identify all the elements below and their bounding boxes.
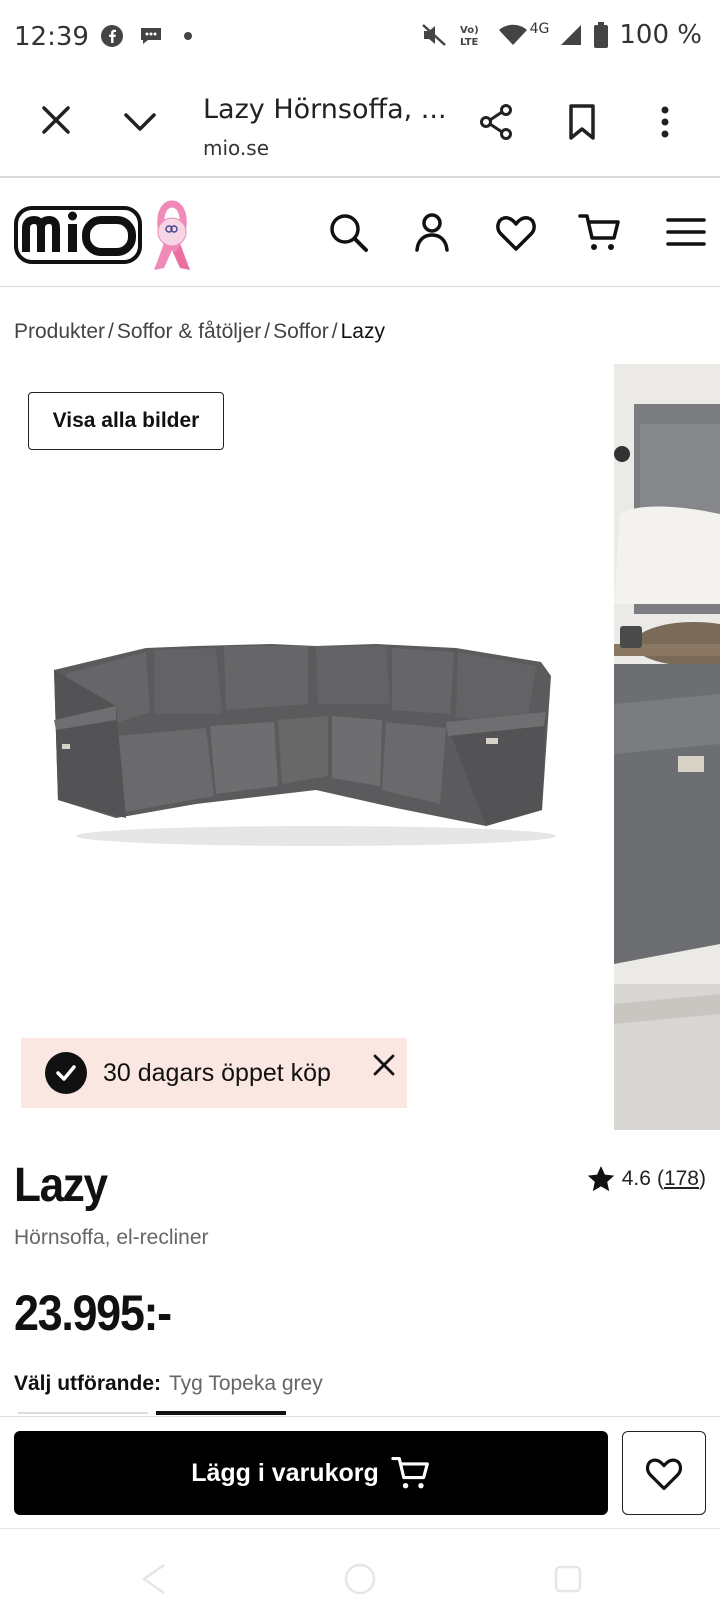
system-navigation-bar — [0, 1528, 720, 1613]
cart-icon[interactable] — [578, 210, 622, 254]
back-nav-icon[interactable] — [134, 1559, 174, 1599]
add-to-cart-button[interactable]: Lägg i varukorg — [14, 1431, 608, 1515]
account-icon[interactable] — [410, 210, 454, 254]
cart-icon — [391, 1456, 429, 1489]
rating-paren-close: ) — [699, 1167, 706, 1190]
product-image-sofa[interactable] — [46, 640, 566, 850]
browser-url[interactable]: mio.se — [203, 136, 269, 160]
variant-label: Välj utförande: — [14, 1372, 162, 1395]
recents-nav-icon[interactable] — [548, 1559, 588, 1599]
product-price: 23.995:- — [14, 1285, 172, 1341]
close-icon[interactable] — [36, 100, 76, 140]
breadcrumb-current: Lazy — [340, 320, 385, 343]
browser-toolbar: Lazy Hörnsoffa, ... mio.se — [0, 78, 720, 178]
bookmark-icon[interactable] — [562, 102, 602, 142]
volte-icon: Vo)LTE — [460, 25, 479, 48]
site-header — [0, 176, 720, 287]
more-vertical-icon[interactable] — [650, 102, 680, 142]
open-purchase-promo-banner: 30 dagars öppet köp — [21, 1038, 407, 1108]
add-to-wishlist-button[interactable] — [622, 1431, 706, 1515]
breadcrumb: Produkter / Soffor & fåtöljer / Soffor / Lazy — [14, 320, 385, 344]
status-left-icons — [100, 24, 198, 48]
check-circle-icon — [45, 1052, 87, 1094]
variant-selector-row: Välj utförande: Tyg Topeka grey — [14, 1372, 323, 1396]
menu-icon[interactable] — [664, 210, 708, 254]
product-name: Lazy — [14, 1159, 108, 1212]
battery-icon — [594, 22, 609, 48]
mio-logo[interactable] — [14, 206, 142, 264]
view-all-images-button[interactable]: Visa alla bilder — [28, 392, 224, 450]
variant-option-swatch-selected[interactable] — [156, 1411, 286, 1415]
rating-value: 4.6 — [621, 1167, 651, 1190]
messenger-icon — [141, 28, 161, 44]
signal-icon — [561, 25, 582, 45]
close-icon[interactable] — [371, 1052, 397, 1078]
share-icon[interactable] — [476, 102, 516, 142]
rating-paren-open: ( — [656, 1167, 664, 1190]
mute-icon — [421, 24, 446, 46]
chevron-down-icon[interactable] — [120, 102, 160, 142]
facebook-icon — [101, 25, 123, 47]
variant-option-swatch[interactable] — [18, 1412, 148, 1414]
add-to-cart-label: Lägg i varukorg — [191, 1458, 379, 1487]
star-icon — [587, 1166, 614, 1192]
status-time: 12:39 — [14, 22, 89, 52]
wifi-icon — [498, 24, 527, 45]
status-right-icons: Vo) LTE 4G 100 % — [420, 20, 702, 50]
product-rating[interactable]: 4.6 (178) — [586, 1164, 706, 1194]
search-icon[interactable] — [326, 210, 370, 254]
lifestyle-photo — [614, 364, 720, 1130]
product-subtitle: Hörnsoffa, el-recliner — [14, 1226, 209, 1249]
heart-icon[interactable] — [494, 210, 538, 254]
cancer-fund-ribbon-logo — [154, 200, 190, 270]
home-nav-icon[interactable] — [340, 1559, 380, 1599]
browser-page-title[interactable]: Lazy Hörnsoffa, ... — [203, 94, 447, 125]
promo-text: 30 dagars öppet köp — [103, 1058, 331, 1087]
breadcrumb-link-soffor[interactable]: Soffor — [273, 320, 329, 343]
heart-icon — [645, 1458, 683, 1491]
breadcrumb-link-soffor-fatoljer[interactable]: Soffor & fåtöljer — [117, 320, 261, 343]
breadcrumb-link-produkter[interactable]: Produkter — [14, 320, 105, 343]
svg-text:LTE: LTE — [460, 37, 479, 48]
breadcrumb-separator: / — [108, 320, 114, 343]
svg-text:Vo): Vo) — [460, 25, 479, 36]
sticky-purchase-bar: Lägg i varukorg — [0, 1416, 720, 1527]
product-image-secondary[interactable] — [614, 364, 720, 1130]
breadcrumb-separator: / — [264, 320, 271, 343]
network-label: 4G — [529, 21, 550, 37]
review-count-link[interactable]: 178 — [664, 1167, 699, 1191]
dot-icon — [184, 32, 192, 40]
variant-value: Tyg Topeka grey — [169, 1372, 323, 1395]
breadcrumb-separator: / — [331, 320, 338, 343]
battery-percent: 100 % — [619, 20, 702, 50]
